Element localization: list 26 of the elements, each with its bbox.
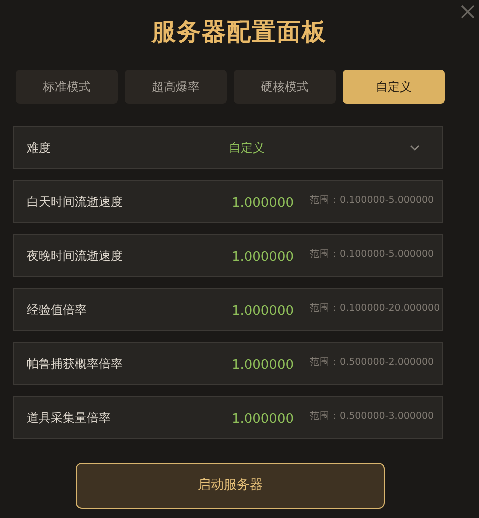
mode-tab[interactable]: 硬核模式 [234,70,336,104]
difficulty-label: 难度 [27,140,52,156]
range-hint: 范围：0.100000-5.000000 [310,248,434,262]
range-hint: 范围：0.500000-2.000000 [310,356,434,370]
setting-value[interactable]: 1.000000 [197,356,294,376]
range-hint: 范围：0.500000-3.000000 [310,410,434,424]
setting-value[interactable]: 1.000000 [197,248,294,268]
range-hint: 范围：0.100000-20.000000 [310,302,440,316]
mode-tab[interactable]: 超高爆率 [125,70,227,104]
close-icon[interactable] [460,4,476,20]
mode-tab[interactable]: 标准模式 [16,70,118,104]
setting-label: 经验值倍率 [27,302,88,318]
panel-title: 服务器配置面板 [152,17,327,48]
setting-value[interactable]: 1.000000 [197,410,294,430]
difficulty-select[interactable]: 难度 自定义 [13,126,443,169]
setting-label: 道具采集量倍率 [27,410,112,426]
range-hint: 范围：0.100000-5.000000 [310,194,434,208]
setting-label: 帕鲁捕获概率倍率 [27,356,124,372]
start-server-button[interactable]: 启动服务器 [76,463,385,509]
setting-label: 夜晚时间流逝速度 [27,248,124,264]
difficulty-value: 自定义 [229,140,266,156]
chevron-down-icon [410,144,420,150]
setting-value[interactable]: 1.000000 [197,194,294,214]
setting-label: 白天时间流逝速度 [27,194,124,210]
setting-value[interactable]: 1.000000 [197,302,294,322]
mode-tab[interactable]: 自定义 [343,70,445,104]
